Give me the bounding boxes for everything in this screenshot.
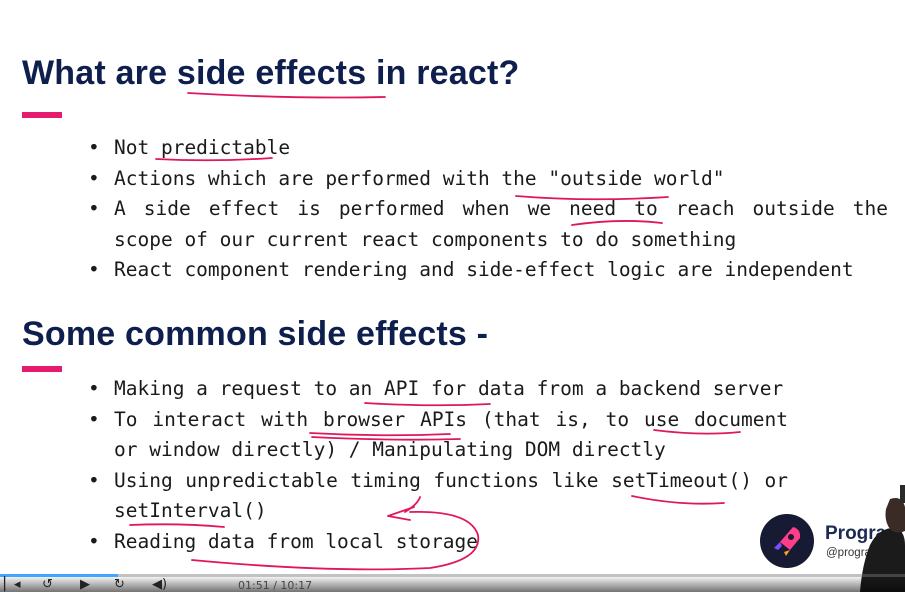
heading-accent-bar: [22, 112, 62, 118]
list-item: Not predictable: [88, 133, 888, 164]
slide: What are side effects in react? Not pred…: [0, 0, 905, 592]
list-item: Actions which are performed with the "ou…: [88, 164, 888, 195]
heading-side-effects: What are side effects in react?: [22, 54, 520, 92]
player-controls-strip: [0, 577, 905, 592]
volume-icon[interactable]: ◀): [152, 578, 167, 592]
time-display: 01:51 / 10:17: [238, 579, 313, 592]
heading-accent-bar: [22, 366, 62, 372]
rocket-logo-icon: [774, 527, 801, 556]
brand-logo: [760, 514, 814, 568]
list-item: To interact with browser APIs (that is, …: [88, 405, 788, 466]
rewind-icon[interactable]: ↺: [42, 578, 53, 592]
list-item: Making a request to an API for data from…: [88, 374, 788, 405]
play-icon[interactable]: ▶: [80, 578, 90, 592]
list-item: Reading data from local storage: [88, 527, 788, 558]
skip-back-icon[interactable]: ▏◂: [4, 578, 21, 592]
list-item: Using unpredictable timing functions lik…: [88, 466, 788, 527]
side-effects-definition-list: Not predictable Actions which are perfor…: [88, 133, 888, 286]
heading-common-side-effects: Some common side effects -: [22, 315, 489, 353]
list-item: A side effect is performed when we need …: [88, 194, 888, 255]
underline-side-effects: [187, 92, 386, 99]
list-item: React component rendering and side-effec…: [88, 255, 888, 286]
common-side-effects-list: Making a request to an API for data from…: [88, 374, 788, 557]
forward-icon[interactable]: ↻: [114, 578, 125, 592]
